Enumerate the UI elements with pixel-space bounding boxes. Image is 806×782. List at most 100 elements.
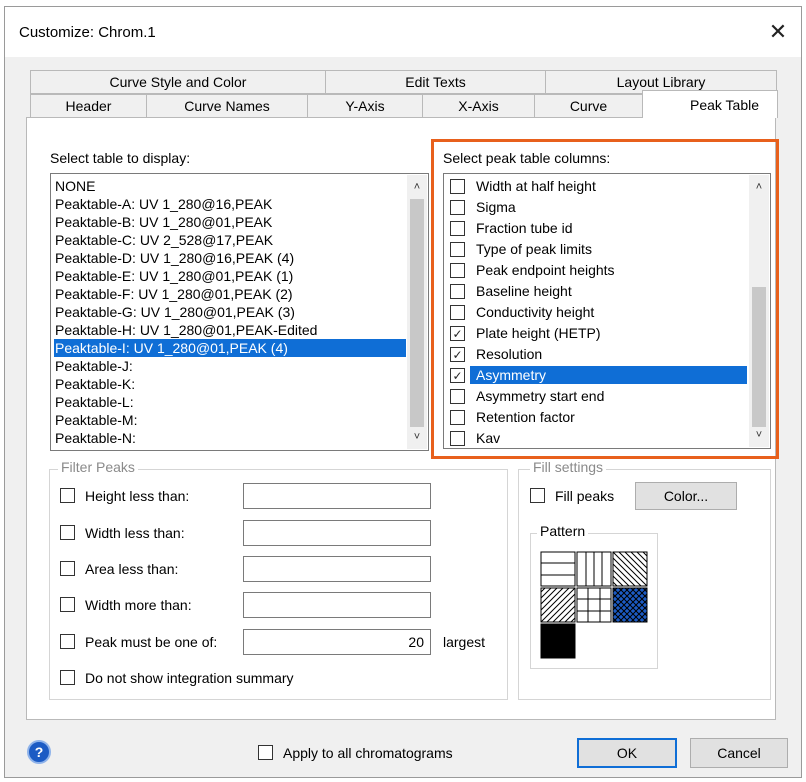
column-option-label: Retention factor [476,409,575,425]
list-item[interactable]: Peaktable-J: [54,357,133,375]
list-item[interactable]: Peaktable-G: UV 1_280@01,PEAK (3) [54,303,295,321]
checkbox[interactable] [450,305,465,320]
checkbox-checked[interactable]: ✓ [450,347,465,362]
height-less-than-input[interactable] [243,483,431,509]
list-item[interactable]: Peaktable-C: UV 2_528@17,PEAK [54,231,273,249]
pattern-diagonal-down-icon[interactable] [612,551,648,587]
color-button[interactable]: Color... [635,482,737,510]
pattern-crosshatch-selected-icon[interactable] [612,587,648,623]
width-less-than-checkbox[interactable] [60,525,75,540]
scroll-down-icon[interactable]: ˅ [749,425,769,445]
column-option-label: Resolution [476,346,543,362]
cancel-button[interactable]: Cancel [690,738,788,768]
scroll-thumb[interactable] [410,199,424,427]
tab-y-axis[interactable]: Y-Axis [307,94,423,118]
list-item-selected[interactable]: Peaktable-I: UV 1_280@01,PEAK (4) [54,339,406,357]
list-item[interactable]: NONE [54,177,95,195]
column-option[interactable]: Asymmetry start end [447,386,750,406]
pattern-horizontal-icon[interactable] [540,551,576,587]
column-option[interactable]: Baseline height [447,281,750,301]
column-option-label: Kav [476,430,501,446]
width-more-than-input[interactable] [243,592,431,618]
table-scrollbar[interactable]: ˄ ˅ [407,175,427,449]
checkbox[interactable] [450,263,465,278]
ok-button[interactable]: OK [577,738,677,768]
column-option[interactable]: Type of peak limits [447,239,750,259]
list-item[interactable]: Peaktable-N: [54,429,136,447]
pattern-solid-icon[interactable] [540,623,576,659]
help-icon[interactable]: ? [27,740,51,764]
tab-peak-table[interactable]: Peak Table [642,90,778,118]
scroll-up-icon[interactable]: ˄ [407,177,427,197]
column-option[interactable]: ✓ Plate height (HETP) [447,323,750,343]
column-option[interactable]: Conductivity height [447,302,750,322]
area-less-than-checkbox[interactable] [60,561,75,576]
pattern-grid-icon[interactable] [576,587,612,623]
list-item[interactable]: Peaktable-K: [54,375,135,393]
tab-x-axis[interactable]: X-Axis [422,94,535,118]
fill-peaks-checkbox[interactable] [530,488,545,503]
list-item[interactable]: Peaktable-E: UV 1_280@01,PEAK (1) [54,267,293,285]
column-option[interactable]: ✓ Resolution [447,344,750,364]
checkbox-checked[interactable]: ✓ [450,368,465,383]
checkbox-checked[interactable]: ✓ [450,326,465,341]
columns-listbox[interactable]: Width at half height Sigma Fraction tube… [443,173,771,449]
column-option-label: Peak endpoint heights [476,262,615,278]
column-option-label: Sigma [476,199,516,215]
tab-curve-style-and-color[interactable]: Curve Style and Color [30,70,326,94]
columns-scrollbar[interactable]: ˄ ˅ [749,175,769,447]
checkbox[interactable] [450,179,465,194]
width-less-than-label: Width less than: [85,525,185,541]
pattern-vertical-icon[interactable] [576,551,612,587]
checkbox[interactable] [450,200,465,215]
close-button[interactable]: ✕ [755,7,801,57]
scroll-up-icon[interactable]: ˄ [749,177,769,197]
list-item[interactable]: Peaktable-F: UV 1_280@01,PEAK (2) [54,285,293,303]
width-more-than-checkbox[interactable] [60,597,75,612]
column-option[interactable]: Fraction tube id [447,218,750,238]
column-option[interactable]: Sigma [447,197,750,217]
column-option[interactable]: Width at half height [447,176,750,196]
column-option-label: Baseline height [476,283,572,299]
checkbox[interactable] [450,284,465,299]
checkbox[interactable] [450,410,465,425]
width-more-than-label: Width more than: [85,597,192,613]
list-item[interactable]: Peaktable-H: UV 1_280@01,PEAK-Edited [54,321,317,339]
scroll-down-icon[interactable]: ˅ [407,427,427,447]
scroll-thumb[interactable] [752,287,766,427]
pattern-diagonal-up-icon[interactable] [540,587,576,623]
tab-edit-texts[interactable]: Edit Texts [325,70,546,94]
no-summary-checkbox[interactable] [60,670,75,685]
checkbox[interactable] [450,242,465,257]
largest-count-input[interactable]: 20 [243,629,431,655]
checkbox[interactable] [450,431,465,446]
list-item[interactable]: Peaktable-A: UV 1_280@16,PEAK [54,195,272,213]
width-less-than-input[interactable] [243,520,431,546]
fill-settings-title: Fill settings [530,459,607,475]
peak-must-be-one-of-checkbox[interactable] [60,634,75,649]
column-option[interactable]: Peak endpoint heights [447,260,750,280]
table-listbox[interactable]: NONE Peaktable-A: UV 1_280@16,PEAK Peakt… [50,173,429,451]
peak-must-be-one-of-label: Peak must be one of: [85,634,218,650]
column-option-label: Plate height (HETP) [476,325,601,341]
tab-curve-names[interactable]: Curve Names [146,94,308,118]
window-title: Customize: Chrom.1 [19,24,156,41]
column-option[interactable]: Kav [447,428,750,448]
list-item[interactable]: Peaktable-L: [54,393,134,411]
list-item[interactable]: Peaktable-M: [54,411,137,429]
apply-all-checkbox[interactable] [258,745,273,760]
area-less-than-input[interactable] [243,556,431,582]
list-item[interactable]: Peaktable-D: UV 1_280@16,PEAK (4) [54,249,294,267]
list-item[interactable]: Peaktable-B: UV 1_280@01,PEAK [54,213,272,231]
tab-curve[interactable]: Curve [534,94,643,118]
checkbox[interactable] [450,389,465,404]
title-bar: Customize: Chrom.1 ✕ [5,7,801,57]
tab-header[interactable]: Header [30,94,147,118]
fill-peaks-label: Fill peaks [555,488,615,504]
column-option-selected[interactable]: ✓ Asymmetry [447,365,750,385]
column-option-label: Type of peak limits [476,241,592,257]
height-less-than-checkbox[interactable] [60,488,75,503]
select-table-label: Select table to display: [50,150,191,166]
checkbox[interactable] [450,221,465,236]
column-option[interactable]: Retention factor [447,407,750,427]
